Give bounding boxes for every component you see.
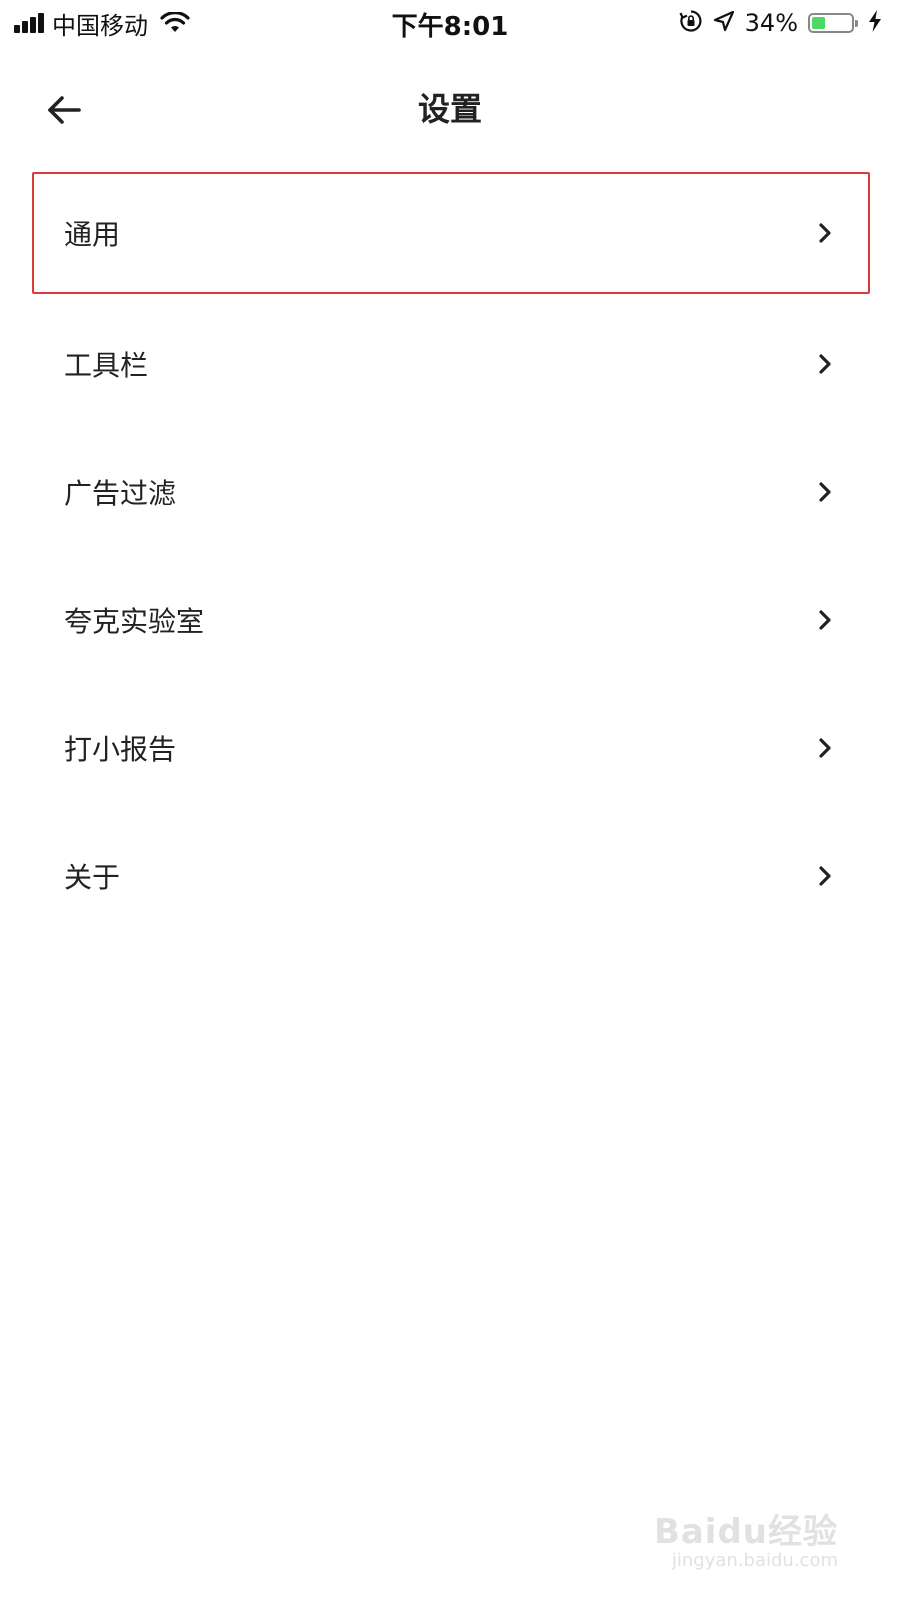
rotation-lock-icon <box>679 9 703 37</box>
settings-item-quark-lab[interactable]: 夸克实验室 <box>0 556 900 684</box>
settings-item-about[interactable]: 关于 <box>0 812 900 940</box>
settings-item-ad-filter[interactable]: 广告过滤 <box>0 428 900 556</box>
settings-item-label: 广告过滤 <box>64 477 177 510</box>
battery-icon <box>808 13 858 33</box>
location-arrow-icon <box>713 10 735 36</box>
status-bar: 中国移动 下午8:01 34% <box>0 0 900 46</box>
settings-item-toolbar[interactable]: 工具栏 <box>0 300 900 428</box>
settings-list: 通用 工具栏 广告过滤 夸克实验室 打小报告 关于 <box>0 172 900 940</box>
chevron-right-icon <box>819 223 831 243</box>
chevron-right-icon <box>819 482 831 502</box>
battery-level-fill <box>812 17 825 29</box>
watermark-sub-text: jingyan.baidu.com <box>671 1550 838 1571</box>
settings-item-feedback[interactable]: 打小报告 <box>0 684 900 812</box>
chevron-right-icon <box>819 354 831 374</box>
watermark-main-text: Baidu经验 <box>653 1512 838 1552</box>
page-title: 设置 <box>417 90 482 128</box>
settings-item-label: 通用 <box>64 218 121 251</box>
settings-item-label: 打小报告 <box>64 733 177 766</box>
baidu-jingyan-watermark: Baidu经验 jingyan.baidu.com <box>638 1500 838 1580</box>
highlight-box <box>32 172 870 294</box>
settings-item-general[interactable]: 通用 <box>0 172 900 294</box>
status-bar-right: 34% <box>669 8 882 38</box>
chevron-right-icon <box>819 866 831 886</box>
settings-item-label: 关于 <box>64 861 121 894</box>
chevron-right-icon <box>819 610 831 630</box>
battery-percent: 34% <box>744 9 798 37</box>
chevron-right-icon <box>819 738 831 758</box>
settings-item-label: 夸克实验室 <box>64 605 205 638</box>
navigation-bar: 设置 <box>0 60 900 156</box>
settings-item-label: 工具栏 <box>64 349 149 382</box>
charging-bolt-icon <box>868 10 882 36</box>
